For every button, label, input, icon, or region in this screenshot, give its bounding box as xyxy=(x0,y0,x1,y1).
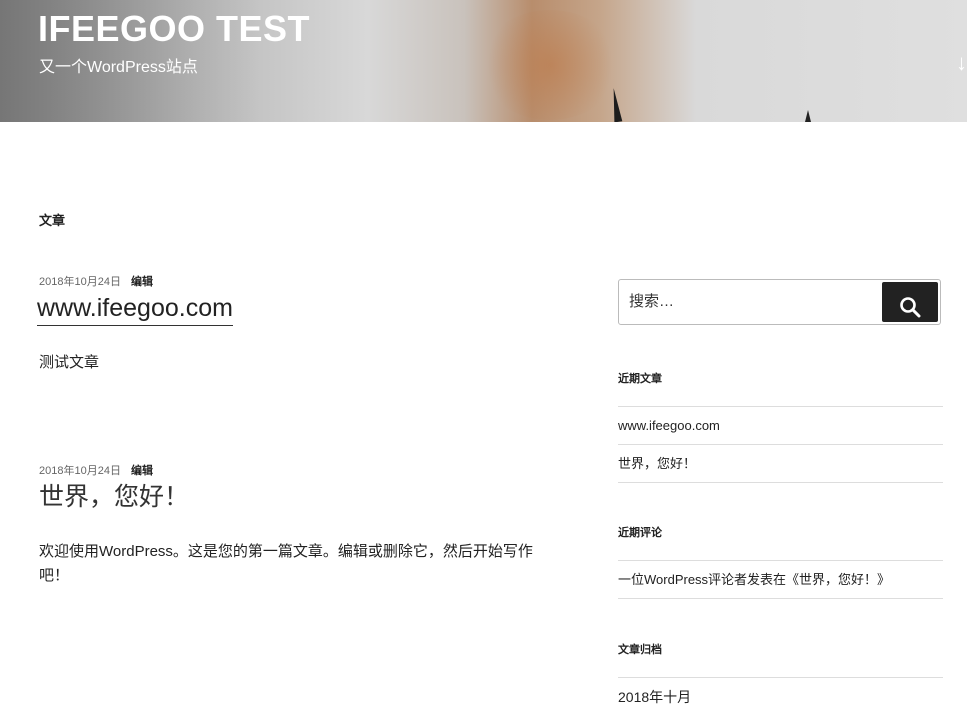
search-input[interactable] xyxy=(627,292,871,311)
header-image-blur xyxy=(480,10,620,120)
archives-title: 文章归档 xyxy=(618,644,662,656)
post-meta: 2018年10月24日 编辑 xyxy=(39,462,153,478)
search-button[interactable] xyxy=(882,282,938,322)
recent-post-link[interactable]: 世界，您好！ xyxy=(618,444,943,483)
search-icon xyxy=(900,296,921,317)
post-date[interactable]: 2018年10月24日 xyxy=(39,276,121,288)
site-title[interactable]: IFEEGOO TEST xyxy=(38,8,310,50)
site-header: IFEEGOO TEST 又一个WordPress站点 ↓ xyxy=(0,0,967,122)
page-title: 文章 xyxy=(39,213,66,228)
recent-posts-title: 近期文章 xyxy=(618,373,662,385)
header-image-detail xyxy=(609,87,623,122)
recent-comments-title: 近期评论 xyxy=(618,527,662,539)
recent-comments-list: 一位WordPress评论者发表在《世界，您好！》 xyxy=(618,560,943,599)
post-title[interactable]: www.ifeegoo.com xyxy=(37,293,233,326)
post-date[interactable]: 2018年10月24日 xyxy=(39,465,121,477)
site-description: 又一个WordPress站点 xyxy=(39,59,198,76)
edit-link[interactable]: 编辑 xyxy=(131,276,153,288)
arrow-down-icon[interactable]: ↓ xyxy=(956,52,967,74)
post-content: 欢迎使用WordPress。这是您的第一篇文章。编辑或删除它，然后开始写作吧！ xyxy=(39,543,533,584)
post-content: 测试文章 xyxy=(39,354,100,371)
post-title[interactable]: 世界，您好！ xyxy=(39,482,189,512)
recent-comment-link[interactable]: 一位WordPress评论者发表在《世界，您好！》 xyxy=(618,560,943,599)
recent-post-link[interactable]: www.ifeegoo.com xyxy=(618,406,943,444)
search-form xyxy=(618,279,941,325)
edit-link[interactable]: 编辑 xyxy=(131,465,153,477)
archives-list: 2018年十月 xyxy=(618,677,943,715)
archive-link[interactable]: 2018年十月 xyxy=(618,677,943,715)
post-meta: 2018年10月24日 编辑 xyxy=(39,273,153,289)
header-image-detail xyxy=(805,110,811,122)
recent-posts-list: www.ifeegoo.com 世界，您好！ xyxy=(618,406,943,483)
